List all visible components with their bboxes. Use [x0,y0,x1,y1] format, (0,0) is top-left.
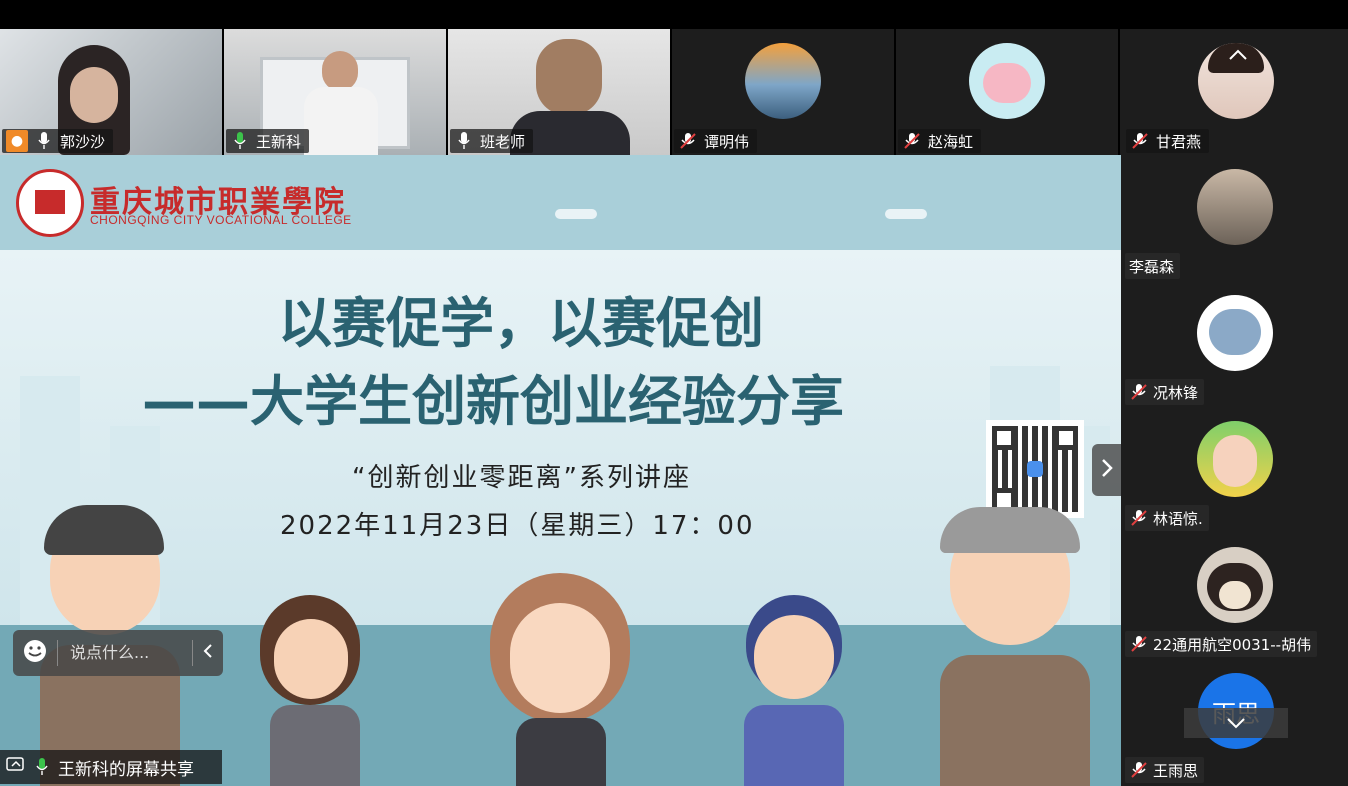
video-tile-4[interactable]: 赵海虹 [896,29,1118,155]
mic-muted-icon [1129,760,1149,780]
mic-muted-icon [678,131,698,151]
slide-datetime: 2022年11月23日（星期三）17：00 [280,511,755,541]
participant-name: 班老师 [480,132,526,151]
avatar [1197,169,1273,245]
mic-active-icon [230,131,250,151]
dog-muzzle [1219,581,1251,609]
cloud-decor [885,209,927,219]
participant-label: 况林锋 [1125,379,1205,405]
side-tile-0[interactable]: 李磊森 [1121,155,1348,281]
qr-logo [1027,461,1043,477]
mic-muted-icon [1129,382,1149,402]
chevron-up-icon [1228,46,1248,65]
participant-label: 班老师 [450,129,534,153]
next-page-button[interactable] [1092,444,1121,496]
cartoon-woman-left [250,595,380,786]
participant-label: 林语惊. [1125,505,1209,531]
participant-name: 林语惊. [1153,509,1203,528]
chat-input[interactable]: 说点什么... [13,630,223,676]
avatar [969,43,1045,119]
participant-name: 22通用航空0031--胡伟 [1153,635,1312,654]
participant-video [304,87,378,155]
user-icon: ● [6,130,28,152]
video-tile-2[interactable]: 班老师 [448,29,670,155]
participant-label: 谭明伟 [674,129,758,153]
participant-label: 李磊森 [1125,253,1181,279]
participant-label: 王雨思 [1125,757,1205,783]
qr-pattern [992,426,1078,512]
video-tile-0[interactable]: ● 郭沙沙 [0,29,222,155]
avatar [745,43,821,119]
chat-placeholder[interactable]: 说点什么... [57,640,193,666]
participant-label: 王新科 [226,129,310,153]
screen-share-icon [6,756,26,779]
cartoon-man-right [730,595,860,786]
participant-label: ● 郭沙沙 [2,129,114,153]
participant-name: 王雨思 [1153,761,1199,780]
participant-name: 王新科 [256,132,302,151]
college-logo [16,169,84,237]
participant-label: 甘君燕 [1126,129,1210,153]
logo-emblem [35,190,65,214]
slide-title-line1: 以赛促学，以赛促创 [278,292,764,355]
child-face [1213,435,1257,487]
emoji-icon[interactable] [23,639,47,667]
college-name-en: CHONGQING CITY VOCATIONAL COLLEGE [90,213,352,227]
mic-muted-icon [1129,508,1149,528]
shared-screen: 重庆城市职業學院 CHONGQING CITY VOCATIONAL COLLE… [0,155,1121,786]
participant-name: 谭明伟 [704,132,750,151]
mic-muted-icon [1129,634,1149,654]
video-tile-3[interactable]: 谭明伟 [672,29,894,155]
slide-series: “创新创业零距离”系列讲座 [352,463,691,493]
participant-label: 赵海虹 [898,129,982,153]
side-tile-1[interactable]: 况林锋 [1121,281,1348,407]
scroll-up-button[interactable] [1188,40,1288,70]
mic-muted-icon [1130,131,1150,151]
pig-icon [983,63,1031,103]
collapse-chevron-icon[interactable] [203,643,213,663]
cartoon-woman-center [480,573,640,786]
video-tile-1[interactable]: 王新科 [224,29,446,155]
participant-face [322,51,358,91]
participant-name: 李磊森 [1129,257,1175,276]
screen-share-title: 王新科的屏幕共享 [58,759,194,780]
participant-face [70,67,118,123]
participant-name: 况林锋 [1153,383,1199,402]
scroll-down-button[interactable] [1184,708,1288,738]
participant-face [536,39,602,115]
side-tile-2[interactable]: 林语惊. [1121,407,1348,533]
slide-title-line2: ——大学生创新创业经验分享 [142,370,844,433]
chevron-down-icon [1226,714,1246,733]
cartoon-elder-right [930,507,1100,786]
participant-label: 22通用航空0031--胡伟 [1125,631,1318,657]
participant-name: 郭沙沙 [60,132,106,151]
mic-muted-icon [902,131,922,151]
qr-finder [992,426,1016,450]
avatar [1197,421,1273,497]
participant-name: 赵海虹 [928,132,974,151]
top-bar [0,0,1348,29]
slide-header: 重庆城市职業學院 CHONGQING CITY VOCATIONAL COLLE… [0,155,1121,250]
avatar [1197,547,1273,623]
side-tile-3[interactable]: 22通用航空0031--胡伟 [1121,533,1348,659]
avatar [1197,295,1273,371]
cloud-decor [555,209,597,219]
participant-name: 甘君燕 [1156,132,1202,151]
mic-active-icon [32,757,52,777]
chevron-right-icon [1101,458,1113,482]
qr-finder [1054,426,1078,450]
mic-icon [34,131,54,151]
qr-code [986,420,1084,518]
mic-icon [454,131,474,151]
screen-share-label: 王新科的屏幕共享 [0,750,222,784]
cat-icon [1209,309,1261,355]
